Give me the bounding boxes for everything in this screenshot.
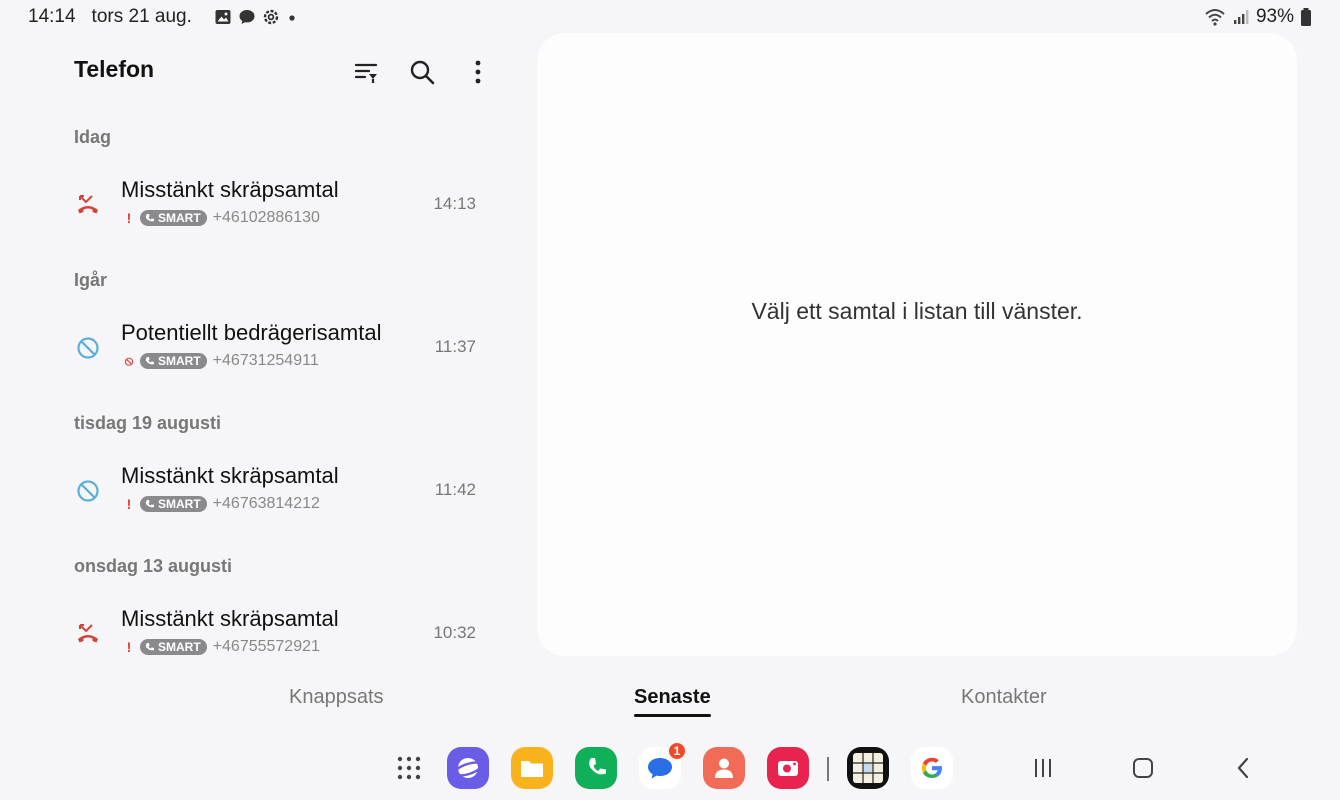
status-bar: 14:14 tors 21 aug. 93%	[0, 0, 1340, 34]
internet-app-icon[interactable]	[447, 747, 489, 789]
call-detail-panel: Välj ett samtal i listan till vänster.	[537, 33, 1297, 656]
warning-icon: !	[126, 496, 132, 512]
call-log-item[interactable]: Potentiellt bedrägerisamtal ⦸ SMART +467…	[60, 312, 490, 382]
section-header: tisdag 19 augusti	[74, 413, 222, 433]
app-drawer-button[interactable]	[388, 747, 430, 789]
phone-number: +46731254911	[212, 352, 319, 369]
phone-app-icon[interactable]	[575, 747, 617, 789]
tab-recents[interactable]: Senaste	[634, 686, 711, 717]
back-button[interactable]	[1228, 752, 1260, 784]
section-header: onsdag 13 augusti	[74, 556, 233, 576]
warning-icon: !	[126, 210, 132, 226]
home-button[interactable]	[1127, 752, 1159, 784]
phone-icon	[145, 214, 154, 222]
smart-badge: SMART	[140, 353, 207, 369]
settings-notification-icon	[263, 9, 279, 25]
phone-icon	[145, 643, 154, 651]
filter-button[interactable]	[348, 54, 384, 90]
battery-percent: 93%	[1255, 6, 1294, 27]
back-icon	[1237, 757, 1249, 779]
camera-icon	[778, 761, 798, 776]
call-log-item[interactable]: Misstänkt skräpsamtal ! SMART +467555729…	[60, 598, 490, 668]
bottom-tab-bar: Knappsats Senaste Kontakter	[0, 672, 1340, 722]
tab-contacts[interactable]: Kontakter	[961, 686, 1047, 709]
toolbar	[348, 54, 496, 90]
home-icon	[1133, 758, 1153, 778]
call-log-panel: Telefon Idag Misstänkt skräpsamtal ! SMA…	[0, 34, 536, 664]
warning-icon: !	[126, 639, 132, 655]
google-logo-icon	[922, 757, 942, 778]
call-time: 11:42	[434, 480, 476, 499]
apps-grid-icon	[397, 756, 421, 780]
dock-divider	[827, 757, 829, 781]
blocked-call-icon	[77, 337, 99, 359]
call-time: 10:32	[433, 623, 476, 642]
smart-badge: SMART	[140, 496, 207, 512]
phone-icon	[145, 500, 154, 508]
person-icon	[715, 758, 733, 778]
empty-state-message: Välj ett samtal i listan till vänster.	[751, 298, 1083, 324]
missed-call-icon	[78, 624, 98, 643]
contacts-app-icon[interactable]	[703, 747, 745, 789]
call-time: 14:13	[433, 194, 476, 213]
messages-app-icon[interactable]: 1	[639, 741, 687, 789]
more-notifications-icon	[289, 15, 295, 21]
phone-number: +46102886130	[212, 209, 320, 226]
blocked-call-icon	[77, 480, 99, 502]
status-time: 14:14	[28, 6, 76, 27]
more-options-button[interactable]	[460, 54, 496, 90]
block-mark-icon: ⦸	[124, 353, 134, 368]
phone-icon	[145, 357, 154, 365]
phone-handset-icon	[589, 758, 606, 775]
call-log-item[interactable]: Misstänkt skräpsamtal ! SMART +461028861…	[60, 169, 490, 239]
call-log-item[interactable]: Misstänkt skräpsamtal ! SMART +467638142…	[60, 455, 490, 525]
smart-badge: SMART	[140, 639, 207, 655]
battery-icon	[1301, 8, 1311, 26]
search-icon	[410, 60, 435, 85]
search-button[interactable]	[404, 54, 440, 90]
chat-notification-icon	[239, 10, 255, 24]
recents-icon	[1035, 759, 1051, 777]
wifi-icon	[1205, 9, 1225, 26]
sudoku-grid-icon	[853, 753, 883, 783]
recent-apps-button[interactable]	[1027, 752, 1059, 784]
missed-call-icon	[78, 195, 98, 214]
section-header: Idag	[74, 127, 112, 147]
filter-icon	[354, 63, 378, 83]
call-title: Misstänkt skräpsamtal	[121, 177, 339, 202]
page-title: Telefon	[74, 56, 155, 82]
files-app-icon[interactable]	[511, 747, 553, 789]
taskbar: 1	[0, 741, 1340, 794]
phone-number: +46755572921	[212, 638, 320, 655]
section-header: Igår	[74, 270, 108, 290]
call-title: Misstänkt skräpsamtal	[121, 606, 339, 631]
tab-keypad[interactable]: Knappsats	[289, 686, 384, 709]
gallery-notification-icon	[215, 10, 231, 24]
call-title: Potentiellt bedrägerisamtal	[121, 320, 382, 345]
phone-number: +46763814212	[212, 495, 320, 512]
call-time: 11:37	[434, 337, 476, 356]
call-title: Misstänkt skräpsamtal	[121, 463, 339, 488]
status-date: tors 21 aug.	[91, 6, 192, 27]
sudoku-app-icon[interactable]	[847, 747, 889, 789]
signal-icon	[1233, 10, 1249, 24]
folder-icon	[521, 761, 543, 777]
smart-badge: SMART	[140, 210, 207, 226]
more-vertical-icon	[475, 60, 481, 84]
google-app-icon[interactable]	[911, 747, 953, 789]
planet-icon	[453, 758, 483, 778]
screen-recorder-app-icon[interactable]	[767, 747, 809, 789]
unread-badge: 1	[667, 741, 687, 761]
